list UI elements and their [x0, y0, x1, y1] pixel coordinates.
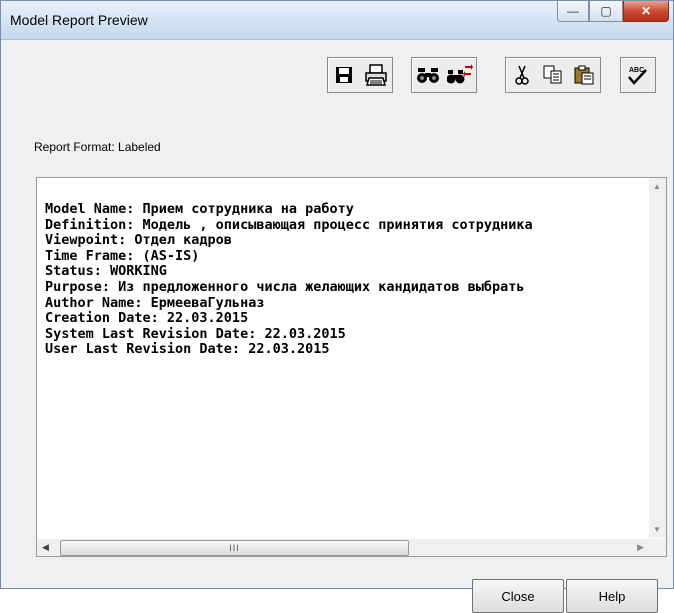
toolbar-edit-group [505, 57, 601, 93]
dialog-client-area: ABC Report Format: Labeled Model Name: П… [9, 40, 667, 613]
title-bar[interactable]: Model Report Preview — ▢ ✕ [1, 1, 673, 40]
cut-icon [514, 65, 529, 85]
window-title: Model Report Preview [10, 12, 148, 28]
save-button[interactable] [328, 58, 360, 92]
report-line: Definition: Модель , описывающая процесс… [45, 216, 533, 233]
report-format-label: Report Format: Labeled [34, 140, 161, 154]
report-line: Creation Date: 22.03.2015 [45, 310, 249, 327]
find-replace-button[interactable] [444, 58, 476, 92]
find-replace-icon [447, 64, 473, 84]
report-text-area[interactable]: Model Name: Прием сотрудника на работу De… [36, 177, 667, 557]
toolbar-file-group [327, 57, 393, 93]
copy-icon [543, 65, 562, 84]
toolbar-find-group [411, 57, 477, 93]
copy-button[interactable] [537, 58, 568, 92]
report-line: Viewpoint: Отдел кадров [45, 232, 232, 249]
report-preview-window: Model Report Preview — ▢ ✕ ABC Report Fo… [0, 0, 674, 613]
help-button[interactable]: Help [566, 579, 658, 613]
toolbar-spell-group: ABC [620, 57, 656, 93]
save-icon [336, 67, 352, 83]
scroll-corner [649, 539, 666, 556]
find-button[interactable] [412, 58, 444, 92]
close-button[interactable]: Close [472, 579, 564, 613]
paste-icon [574, 65, 594, 85]
scroll-right-icon[interactable]: ▶ [637, 542, 644, 553]
minimize-button[interactable]: — [557, 1, 589, 22]
close-window-button[interactable]: ✕ [623, 1, 669, 22]
report-content[interactable]: Model Name: Прием сотрудника на работу De… [45, 202, 637, 514]
spellcheck-button[interactable]: ABC [621, 58, 653, 92]
scroll-left-icon[interactable]: ◀ [42, 542, 49, 553]
scroll-down-icon[interactable]: ▼ [653, 525, 661, 534]
spellcheck-icon: ABC [628, 67, 647, 85]
report-line: Status: WORKING [45, 263, 167, 280]
print-button[interactable] [360, 58, 392, 92]
report-line: Author Name: ЕрмееваГульназ [45, 294, 265, 311]
cut-button[interactable] [506, 58, 537, 92]
horizontal-scrollbar[interactable]: ◀ III ▶ [37, 539, 649, 556]
report-line: Purpose: Из предложенного числа желающих… [45, 278, 525, 295]
paste-button[interactable] [569, 58, 600, 92]
close-icon: ✕ [640, 4, 652, 18]
window-controls: — ▢ ✕ [557, 1, 669, 23]
report-line: User Last Revision Date: 22.03.2015 [45, 341, 330, 358]
report-line: System Last Revision Date: 22.03.2015 [45, 325, 346, 342]
report-line: Model Name: Прием сотрудника на работу [45, 202, 354, 217]
horizontal-scroll-thumb[interactable]: III [60, 540, 409, 556]
maximize-icon: ▢ [600, 4, 612, 18]
minimize-icon: — [567, 4, 579, 18]
find-icon [417, 68, 439, 83]
vertical-scrollbar[interactable]: ▲ ▼ [649, 178, 666, 538]
scroll-up-icon[interactable]: ▲ [653, 182, 661, 191]
scroll-grip: III [229, 543, 240, 553]
print-icon [365, 64, 387, 86]
maximize-button[interactable]: ▢ [589, 1, 623, 22]
report-line: Time Frame: (AS-IS) [45, 247, 200, 264]
